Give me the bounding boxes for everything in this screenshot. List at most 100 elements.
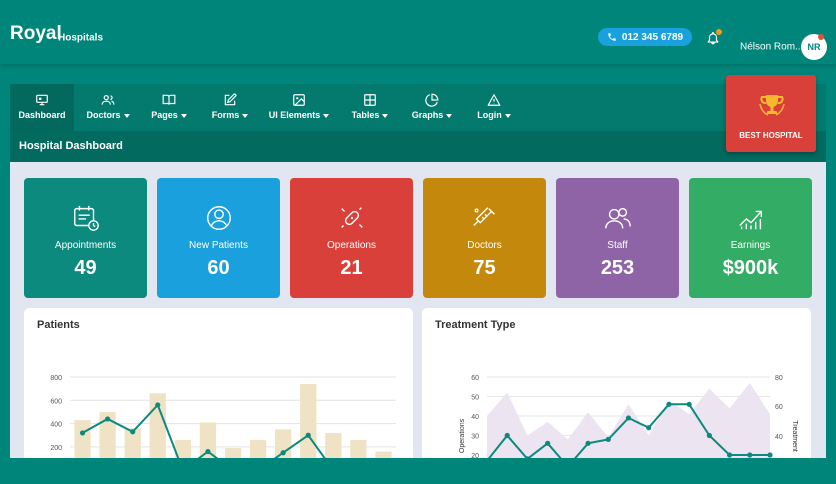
monitor-icon [36,94,48,106]
patients-chart: 800 600 400 200 [50,375,396,458]
grid-icon [364,94,376,106]
nav-label: Pages [138,110,200,120]
nav-label: Tables [340,110,400,120]
nav-label: Dashboard [18,110,66,120]
nav-item-tables[interactable]: Tables [340,84,400,131]
bar [249,439,267,458]
nav-label: Login [464,110,524,120]
line-point [726,452,733,458]
stat-label: Operations [327,240,376,251]
nav-item-forms[interactable]: Forms [200,84,260,131]
line-point [646,425,652,431]
brand-name: Royal [10,23,62,44]
y-tick-label: 200 [50,445,62,452]
warning-icon [487,94,501,106]
nav-label: UI Elements [262,110,336,120]
y-tick-label: 50 [471,395,479,402]
bar [350,439,367,458]
stat-value: 49 [74,257,97,279]
bandage-icon [340,207,363,228]
edit-icon [224,93,237,106]
stat-card-staff[interactable]: Staff 253 [556,178,679,298]
notification-dot [716,29,722,35]
nav-item-login[interactable]: Login [464,84,524,131]
y2-tick-label: 60 [775,404,783,411]
line-point [545,440,551,446]
y2-tick-label: 80 [775,375,783,382]
syringe-icon [472,207,495,226]
nav-item-graphs[interactable]: Graphs [402,84,462,131]
treatment-type-chart: 6050403020806040Operations Treatment [459,375,798,458]
y-tick-label: 600 [50,398,62,405]
line-point [155,402,161,408]
pie-chart-icon [425,93,439,107]
users-icon [101,95,115,105]
y-tick-label: 30 [471,434,479,441]
bar [224,448,242,458]
calendar-clock-icon [73,205,99,231]
stat-value: 253 [600,257,635,279]
stat-card-appointments[interactable]: Appointments 49 [24,178,147,298]
brand-sub: Hospitals [58,32,104,44]
stat-card-new-patients[interactable]: New Patients 60 [157,178,280,298]
treatment-type-card: Treatment Type 60 50 40 30 20 80 60 40 Operation… [422,308,811,458]
y2-axis-label: Treatment [791,420,798,452]
nav-item-pages[interactable]: Pages [138,84,200,131]
y-tick-label: 40 [471,414,479,421]
stat-card-earnings[interactable]: Earnings $900k [689,178,812,298]
nav-label: Doctors [76,110,140,120]
staff-icon [604,207,631,229]
line-point [504,432,510,439]
line-point [305,432,311,438]
stat-value: $900k [722,257,779,279]
top-header: Royal Hospitals 012 345 6789 Nélson Rom.… [0,0,836,64]
stat-card-operations[interactable]: Operations 21 [290,178,413,298]
footer-bar [0,458,836,484]
nav-item-doctors[interactable]: Doctors [76,84,140,131]
nav-label: Graphs [402,110,462,120]
stat-label: Staff [607,240,628,251]
phone-button[interactable]: 012 345 6789 [598,28,692,46]
line-point [706,432,712,439]
y2-tick-label: 40 [775,434,783,441]
phone-number: 012 345 6789 [621,31,684,43]
line-point [605,436,611,442]
nav-item-ui-elements[interactable]: UI Elements [262,84,336,131]
bar [74,420,91,458]
book-icon [162,94,176,105]
patients-card: Patients 800 600 400 200 [24,308,413,458]
image-icon [293,94,305,106]
line-point [767,452,773,458]
patient-icon [206,206,231,230]
stat-card-doctors[interactable]: Doctors 75 [423,178,546,298]
stat-value: 60 [207,257,230,279]
y-axis-label: Operations [459,418,466,453]
bar [325,432,342,458]
line-point [130,429,136,435]
bar [300,383,317,458]
user-name[interactable]: Nélson Rom... [740,42,803,53]
stat-label: Doctors [467,240,502,251]
line-point [666,401,672,407]
best-hospital-badge: BEST HOSPITAL [726,75,816,152]
line-point [625,415,632,421]
avatar-status-dot [818,34,824,40]
page-title: Hospital Dashboard [19,140,123,152]
trophy-icon [759,95,785,116]
line-point [280,450,286,456]
line-point [205,448,211,455]
nav-label: Forms [200,110,260,120]
y-tick-label: 400 [50,422,62,429]
line-point [747,452,753,458]
best-hospital-label: BEST HOSPITAL [739,131,803,140]
dashboard-content: Appointments 49 New Patients 60 Operatio… [10,162,826,458]
main-nav: Dashboard Doctors Pages Forms UI Element… [10,84,826,131]
stat-value: 21 [340,257,363,279]
stat-label: Earnings [730,240,771,251]
stat-label: New Patients [189,240,248,251]
line-point [585,440,591,446]
line-point [686,401,692,407]
growth-icon [738,210,762,230]
phone-icon [608,33,616,41]
nav-item-dashboard[interactable]: Dashboard [10,84,74,131]
